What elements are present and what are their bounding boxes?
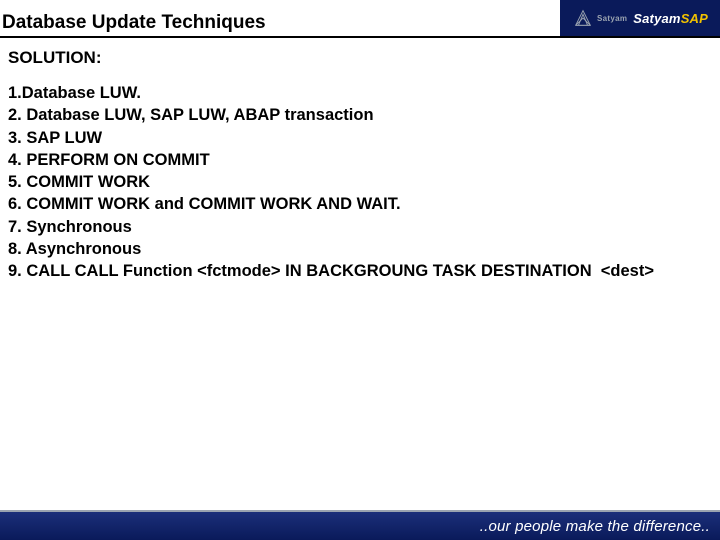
answers-list: 1.Database LUW. 2. Database LUW, SAP LUW… <box>8 82 714 282</box>
list-item: 7. Synchronous <box>8 216 714 238</box>
satyam-logo: Satyam <box>572 7 627 29</box>
list-item: 3. SAP LUW <box>8 127 714 149</box>
logo-strip: Satyam SatyamSAP <box>560 0 720 36</box>
brand-primary: Satyam <box>633 11 680 26</box>
brand-suffix: SAP <box>681 11 708 26</box>
list-item: 6. COMMIT WORK and COMMIT WORK AND WAIT. <box>8 193 714 215</box>
list-item: 1.Database LUW. <box>8 82 714 104</box>
satyam-logo-text: Satyam <box>597 14 627 23</box>
footer-bar: ..our people make the difference.. <box>0 510 720 540</box>
list-item: 9. CALL CALL Function <fctmode> IN BACKG… <box>8 260 714 282</box>
list-item: 8. Asynchronous <box>8 238 714 260</box>
solution-heading: SOLUTION: <box>8 48 714 68</box>
list-item: 2. Database LUW, SAP LUW, ABAP transacti… <box>8 104 714 126</box>
list-item: 4. PERFORM ON COMMIT <box>8 149 714 171</box>
content-area: SOLUTION: 1.Database LUW. 2. Database LU… <box>0 38 720 282</box>
satyam-mark-icon <box>572 7 594 29</box>
footer-tagline: ..our people make the difference.. <box>480 518 710 535</box>
list-item: 5. COMMIT WORK <box>8 171 714 193</box>
brand-text: SatyamSAP <box>633 11 708 26</box>
page-title: Database Update Techniques <box>0 0 560 38</box>
header-bar: Database Update Techniques Satyam Satyam… <box>0 0 720 38</box>
